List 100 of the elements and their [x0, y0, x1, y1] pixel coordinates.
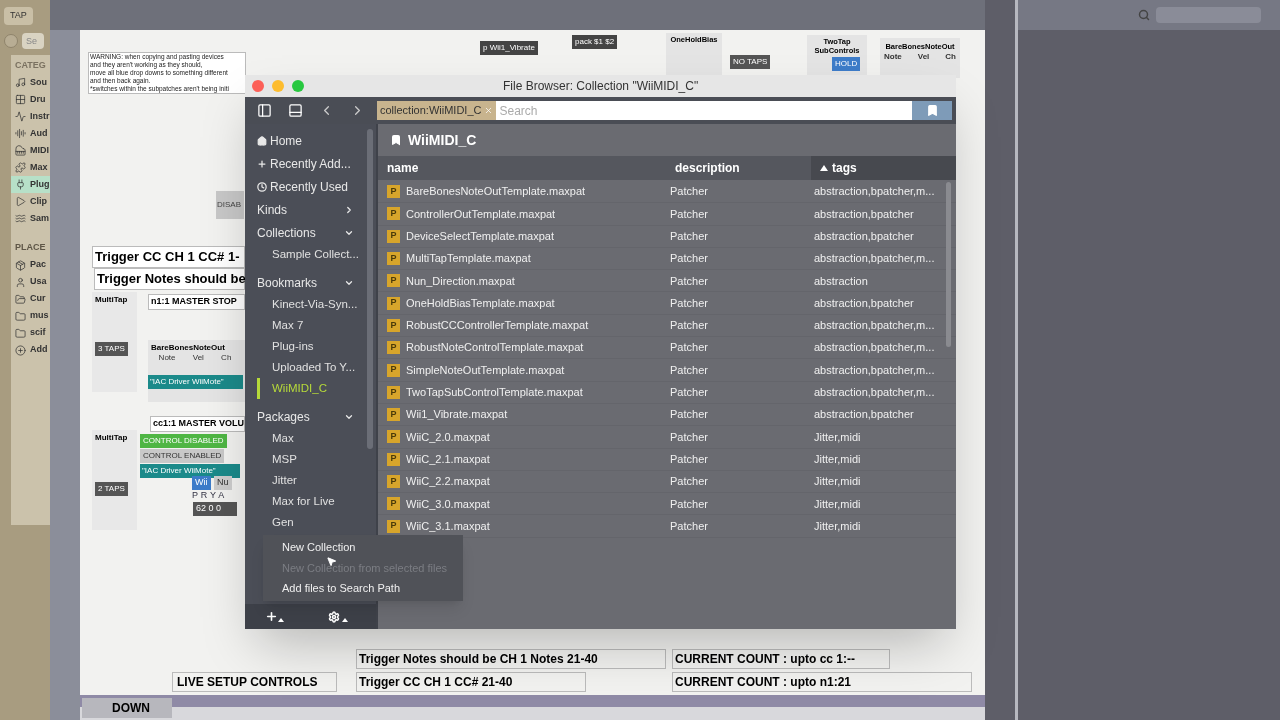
- file-description: Patcher: [669, 496, 709, 512]
- trigger-comment: Trigger CC CH 1 CC# 1-: [92, 246, 245, 268]
- close-button[interactable]: [252, 80, 264, 92]
- column-header[interactable]: tags: [811, 156, 956, 180]
- sidebar-item[interactable]: Home: [245, 129, 376, 152]
- patch-object: "IAC Driver WiiMote": [140, 464, 240, 478]
- sidebar-item[interactable]: Uploaded To Y...: [245, 357, 376, 378]
- down-button[interactable]: DOWN: [82, 698, 172, 718]
- file-tags: abstraction,bpatcher: [811, 406, 914, 423]
- place-icon: [15, 327, 26, 339]
- sidebar-item[interactable]: Jitter: [245, 470, 376, 491]
- file-row[interactable]: P Wii1_Vibrate.maxpat Patcher abstraction,bpatcher: [378, 403, 956, 427]
- category-icon: [15, 94, 26, 105]
- sidebar-section[interactable]: Kinds: [245, 198, 376, 221]
- file-name: DeviceSelectTemplate.maxpat: [406, 229, 554, 244]
- place-item[interactable]: Usa: [11, 273, 50, 291]
- home-icon: [257, 135, 267, 146]
- patch-object: "IAC Driver WiiMote": [148, 375, 243, 389]
- field-label: Note: [884, 51, 902, 63]
- file-row[interactable]: P SimpleNoteOutTemplate.maxpat Patcher abstraction,bpatcher,m...: [378, 359, 956, 382]
- search-field[interactable]: Se: [22, 32, 44, 49]
- remove-icon[interactable]: [484, 106, 494, 115]
- file-description: Patcher: [669, 407, 709, 423]
- file-row[interactable]: P WiiC_2.0.maxpat Patcher Jitter,midi: [378, 426, 956, 449]
- sidebar-item[interactable]: MSP: [245, 449, 376, 470]
- place-item[interactable]: scif: [11, 324, 50, 342]
- category-item[interactable]: Aud: [11, 125, 50, 142]
- category-item[interactable]: Max: [11, 159, 50, 176]
- section-heading: CATEG: [14, 58, 47, 72]
- dropdown-caret-icon: [278, 617, 284, 622]
- settings-icon[interactable]: [328, 610, 340, 623]
- file-row[interactable]: P WiiC_2.1.maxpat Patcher Jitter,midi: [378, 448, 956, 471]
- file-description: Patcher: [669, 474, 709, 490]
- file-description: Patcher: [669, 518, 709, 534]
- sidebar-item[interactable]: Max: [245, 428, 376, 449]
- sidebar-item[interactable]: Plug-ins: [245, 336, 376, 357]
- sidebar-item[interactable]: Gen: [245, 512, 376, 533]
- browser-tab[interactable]: TAP: [4, 7, 33, 25]
- chevron-right-icon: [344, 204, 354, 215]
- patcher-badge: P: [387, 452, 400, 466]
- panel-toggle-icon[interactable]: [288, 103, 303, 118]
- place-item[interactable]: Add: [11, 341, 50, 359]
- file-tags: abstraction,bpatcher: [811, 205, 914, 223]
- sidebar-item[interactable]: Recently Used: [245, 175, 376, 198]
- search-token[interactable]: collection:WiiMIDI_C: [377, 101, 497, 120]
- category-icon: [15, 111, 26, 122]
- place-item[interactable]: Pac: [11, 256, 50, 274]
- sidebar-item[interactable]: Kinect-Via-Syn...: [245, 294, 376, 315]
- patch-object: CONTROL DISABLED: [140, 434, 227, 448]
- column-header[interactable]: description: [668, 156, 811, 180]
- file-description: Patcher: [669, 318, 709, 334]
- count-comment: LIVE SETUP CONTROLS: [172, 672, 337, 692]
- file-row[interactable]: P RobustNoteControlTemplate.maxpat Patcher abstraction,bpatcher,m...: [378, 337, 956, 360]
- file-tags: Jitter,midi: [811, 428, 861, 446]
- menu-item[interactable]: Add files to Search Path: [263, 578, 463, 599]
- place-icon: [15, 259, 26, 271]
- place-item[interactable]: Cur: [11, 290, 50, 308]
- category-item[interactable]: Clip: [11, 193, 50, 210]
- place-item[interactable]: mus: [11, 307, 50, 325]
- patch-object: pack $1 $2: [572, 35, 618, 49]
- file-tags: abstraction,bpatcher,m...: [811, 317, 935, 334]
- sidebar-item[interactable]: Max 7: [245, 315, 376, 336]
- file-description: Patcher: [669, 362, 709, 378]
- search-icon[interactable]: [1138, 9, 1150, 21]
- file-name: SimpleNoteOutTemplate.maxpat: [406, 362, 565, 378]
- file-name: TwoTapSubControlTemplate.maxpat: [406, 385, 583, 401]
- sidebar-item[interactable]: Recently Add...: [245, 152, 376, 175]
- search-field[interactable]: collection:WiiMIDI_C Search: [377, 101, 912, 120]
- field-label: Vel: [917, 51, 930, 63]
- place-icon: [15, 310, 26, 322]
- category-item[interactable]: Instr: [11, 108, 50, 125]
- bookmark-add-icon: [925, 104, 939, 117]
- file-row[interactable]: P WiiC_3.0.maxpat Patcher Jitter,midi: [378, 493, 956, 516]
- zoom-button[interactable]: [292, 80, 304, 92]
- master-label: n1:1 MASTER STOP: [148, 294, 245, 310]
- sidebar-section[interactable]: Collections: [245, 221, 376, 244]
- category-item[interactable]: Sou: [11, 74, 50, 91]
- file-description: Patcher: [669, 184, 709, 200]
- patcher-badge: P: [387, 318, 400, 332]
- menu-item[interactable]: New Collection: [263, 537, 463, 558]
- category-item[interactable]: Sam: [11, 210, 50, 227]
- patcher-badge: P: [387, 497, 400, 511]
- category-icon: [15, 213, 26, 224]
- category-item[interactable]: Plug: [11, 176, 50, 193]
- sidebar-item[interactable]: Max for Live: [245, 491, 376, 512]
- category-item[interactable]: MIDI: [11, 142, 50, 159]
- bookmark-button[interactable]: [912, 101, 952, 120]
- sort-ascending-icon: [820, 165, 828, 171]
- sidebar-section[interactable]: Bookmarks: [245, 271, 376, 294]
- category-item[interactable]: Dru: [11, 91, 50, 108]
- file-row[interactable]: P WiiC_2.2.maxpat Patcher Jitter,midi: [378, 470, 956, 494]
- column-header[interactable]: name: [378, 156, 668, 180]
- add-icon[interactable]: [265, 610, 278, 623]
- file-tags: abstraction,bpatcher,m...: [811, 384, 935, 401]
- patcher-badge: P: [387, 475, 400, 488]
- patch-object: P R Y A: [192, 489, 225, 502]
- sidebar-toggle-icon[interactable]: [257, 103, 272, 118]
- sidebar-section[interactable]: Packages: [245, 405, 376, 428]
- sidebar-item[interactable]: Sample Collect...: [245, 244, 376, 265]
- file-row[interactable]: P TwoTapSubControlTemplate.maxpat Patcher abstraction,bpatcher,m...: [378, 381, 956, 404]
